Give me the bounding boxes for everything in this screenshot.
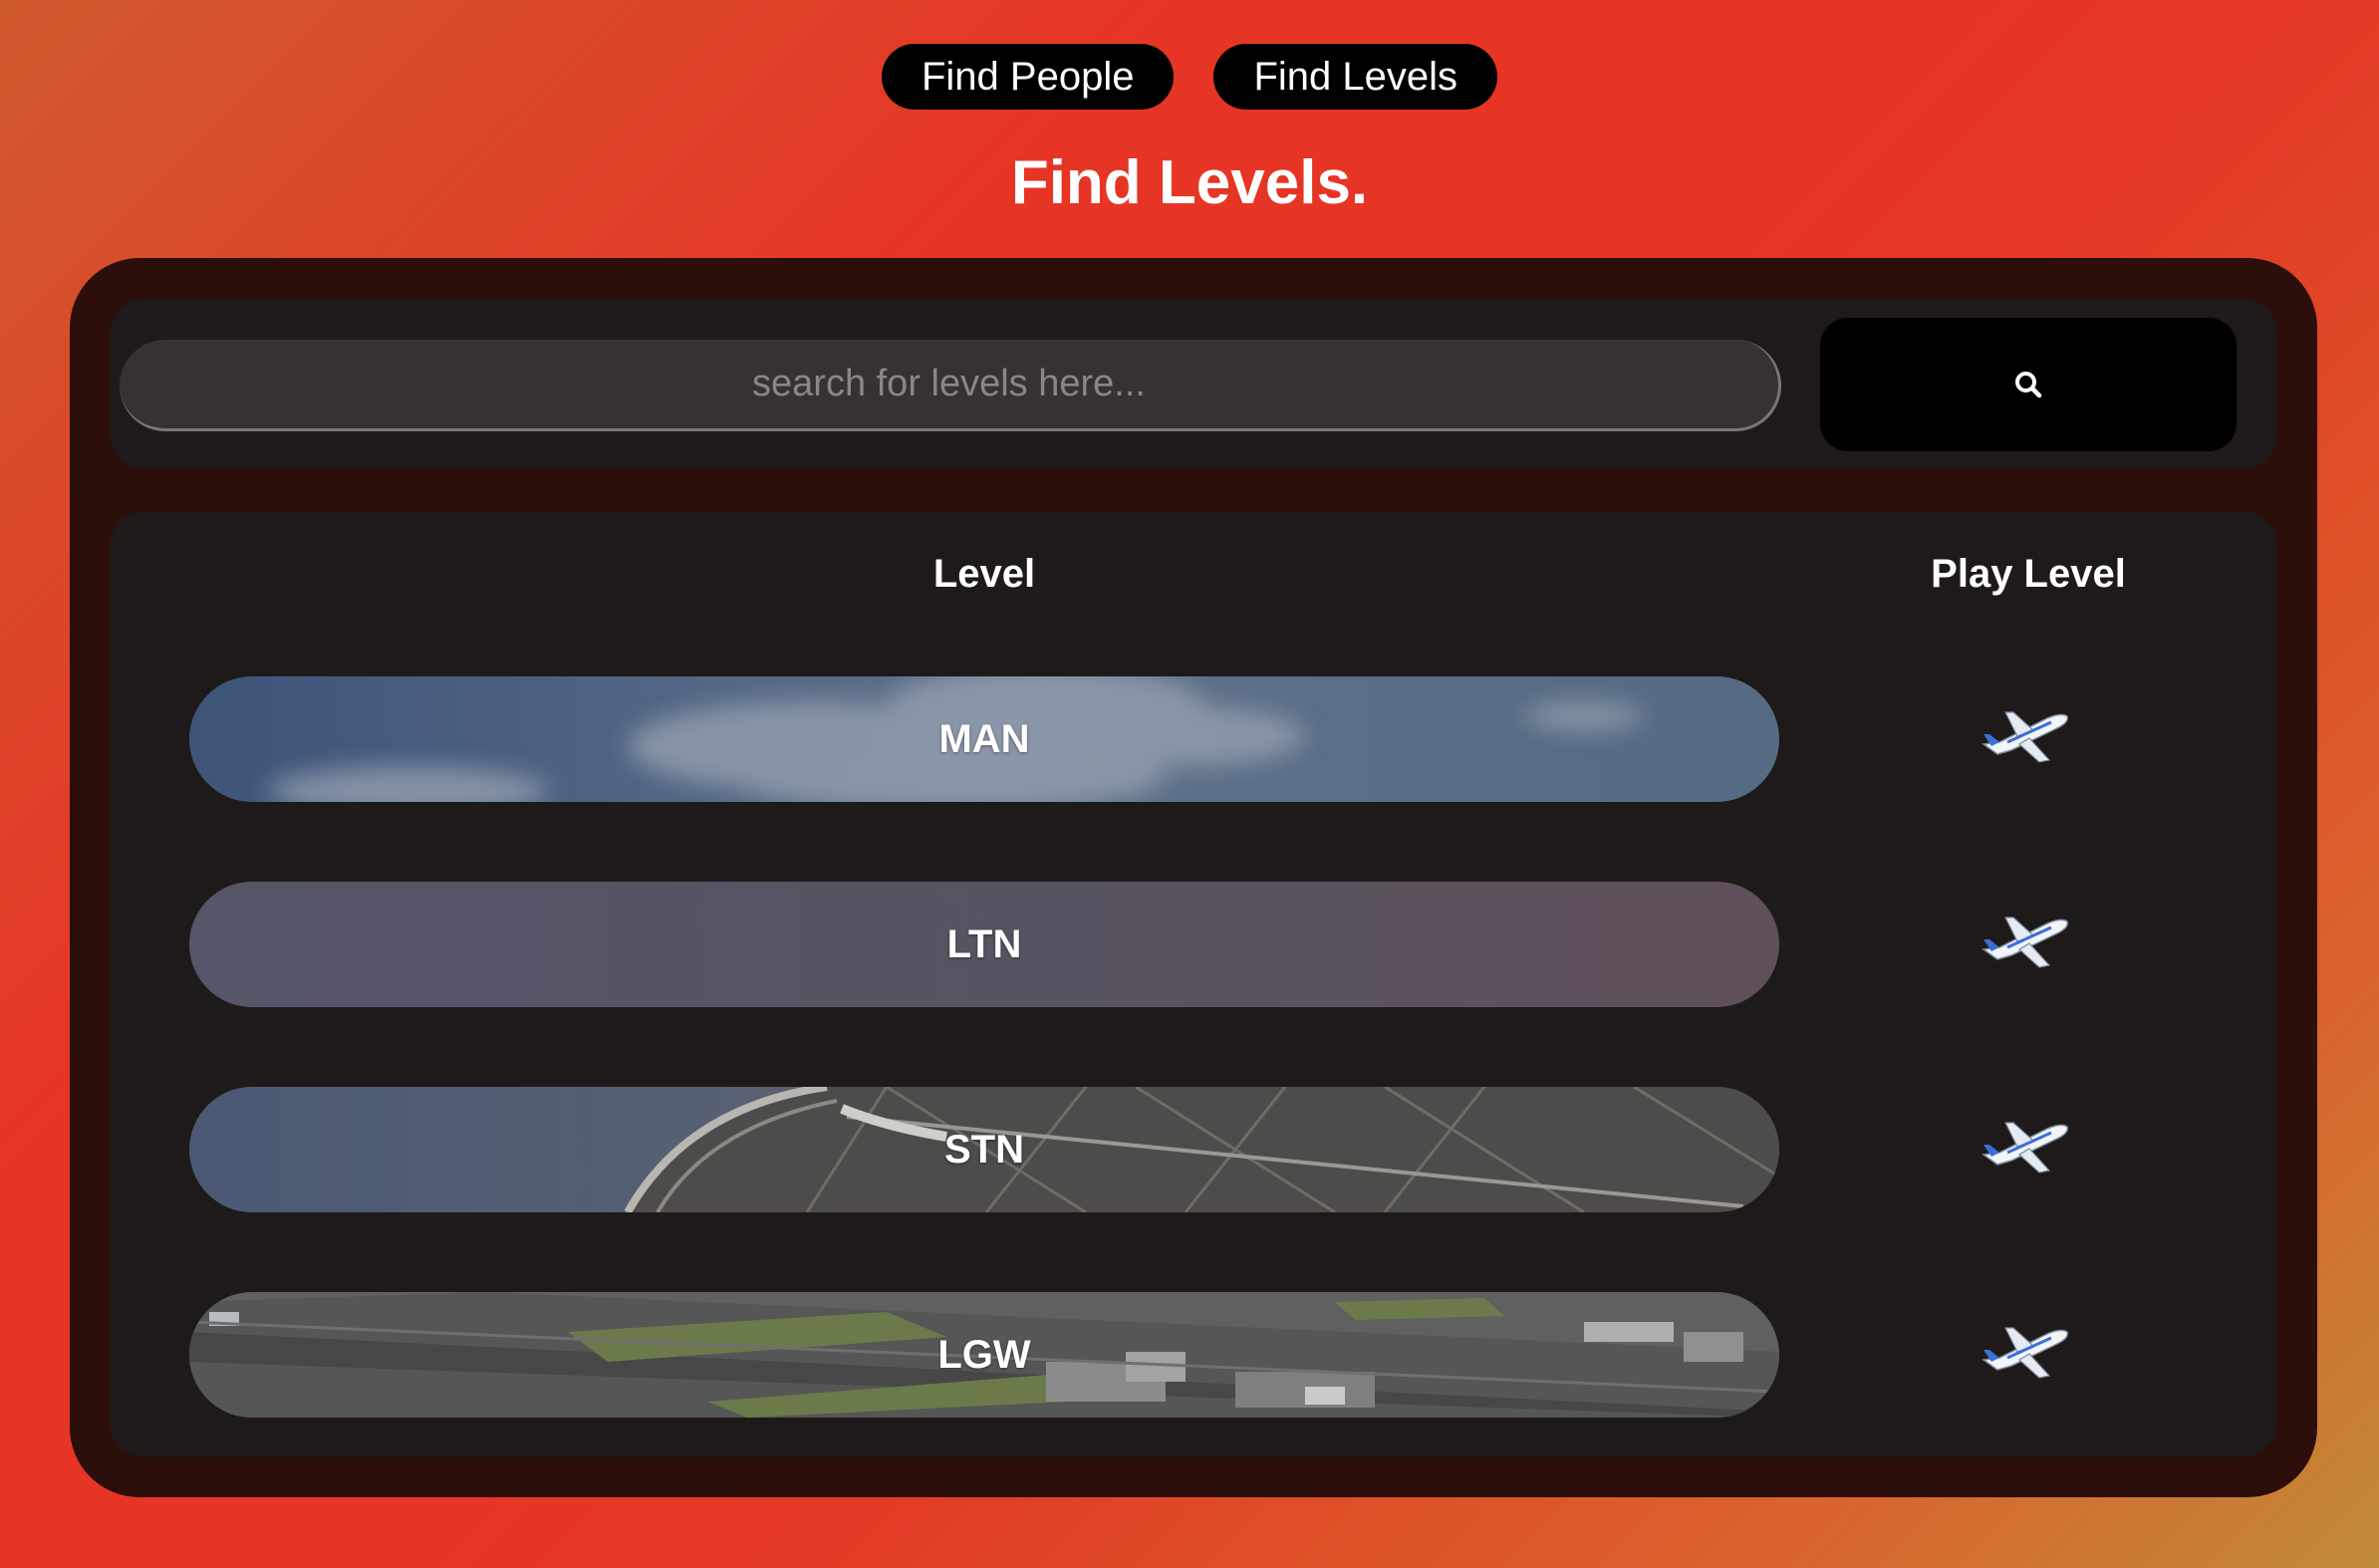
level-name: LGW <box>937 1332 1031 1377</box>
level-column-header: Level <box>932 552 1036 596</box>
level-row-ltn[interactable]: LTN <box>189 882 1779 1007</box>
airplane-icon <box>1982 711 2069 763</box>
play-level-button-man[interactable] <box>1973 696 2078 776</box>
level-row-stn[interactable]: STN <box>189 1087 1779 1212</box>
airplane-icon <box>1982 916 2069 968</box>
level-row-man[interactable]: MAN <box>189 676 1779 802</box>
search-button[interactable] <box>1820 318 2237 451</box>
play-level-button-ltn[interactable] <box>1973 902 2078 981</box>
level-name: MAN <box>938 716 1030 761</box>
search-icon <box>2015 372 2042 398</box>
airplane-icon <box>1982 1122 2069 1174</box>
play-level-button-stn[interactable] <box>1973 1107 2078 1186</box>
find-levels-button[interactable]: Find Levels <box>1213 44 1498 110</box>
airplane-icon <box>1982 1327 2069 1379</box>
top-nav: Find People Find Levels <box>0 44 2379 110</box>
play-level-button-lgw[interactable] <box>1973 1312 2078 1392</box>
page-title: Find Levels. <box>1010 148 1369 217</box>
level-name: LTN <box>946 921 1022 966</box>
level-row-lgw[interactable]: LGW <box>189 1292 1779 1418</box>
search-input[interactable] <box>120 340 1781 431</box>
play-level-column-header: Play Level <box>1931 552 2126 596</box>
find-people-button[interactable]: Find People <box>881 44 1175 110</box>
level-name: STN <box>944 1127 1024 1172</box>
